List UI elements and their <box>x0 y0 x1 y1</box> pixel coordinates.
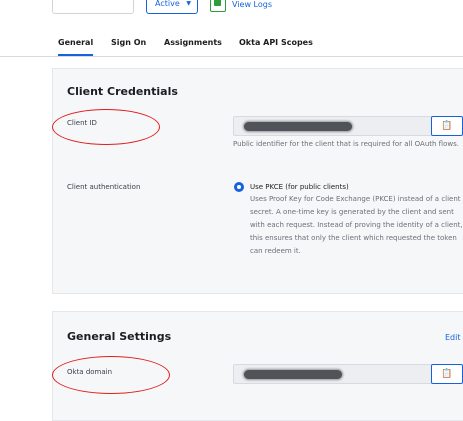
clipboard-icon: 📋 <box>441 121 453 131</box>
copy-client-id-button[interactable]: 📋 <box>431 116 463 136</box>
copy-okta-domain-button[interactable]: 📋 <box>431 364 463 384</box>
edit-general-settings-link[interactable]: Edit <box>445 333 461 342</box>
push-groups-icon[interactable] <box>210 0 226 12</box>
clipboard-icon: 📋 <box>441 369 453 379</box>
top-action-button[interactable] <box>52 0 134 14</box>
okta-domain-field[interactable] <box>233 364 433 384</box>
annotation-ellipse-okta-domain <box>52 356 170 394</box>
tab-assignments[interactable]: Assignments <box>164 38 222 47</box>
client-credentials-title: Client Credentials <box>67 85 178 98</box>
redacted-value <box>244 122 352 131</box>
pkce-description: Uses Proof Key for Code Exchange (PKCE) … <box>250 195 463 255</box>
chevron-down-icon: ▼ <box>186 0 191 7</box>
active-tab-indicator <box>58 54 93 56</box>
redacted-value <box>244 370 342 379</box>
tab-general[interactable]: General <box>58 38 93 47</box>
client-id-help-text: Public identifier for the client that is… <box>233 140 459 148</box>
status-dropdown[interactable]: Active ▼ <box>146 0 198 14</box>
client-authentication-label: Client authentication <box>67 183 141 191</box>
tab-sign-on[interactable]: Sign On <box>111 38 146 47</box>
pkce-radio[interactable] <box>234 182 244 192</box>
status-label: Active <box>155 0 180 8</box>
client-credentials-card: Client Credentials Client ID 📋 Public id… <box>52 68 463 294</box>
tab-bar: General Sign On Assignments Okta API Sco… <box>0 26 463 57</box>
annotation-ellipse-client-id <box>52 109 160 145</box>
pkce-option-label[interactable]: Use PKCE (for public clients) <box>250 183 349 191</box>
tab-okta-api-scopes[interactable]: Okta API Scopes <box>239 38 313 47</box>
view-logs-link[interactable]: View Logs <box>232 0 272 9</box>
general-settings-title: General Settings <box>67 330 172 343</box>
client-id-field[interactable] <box>233 116 433 136</box>
